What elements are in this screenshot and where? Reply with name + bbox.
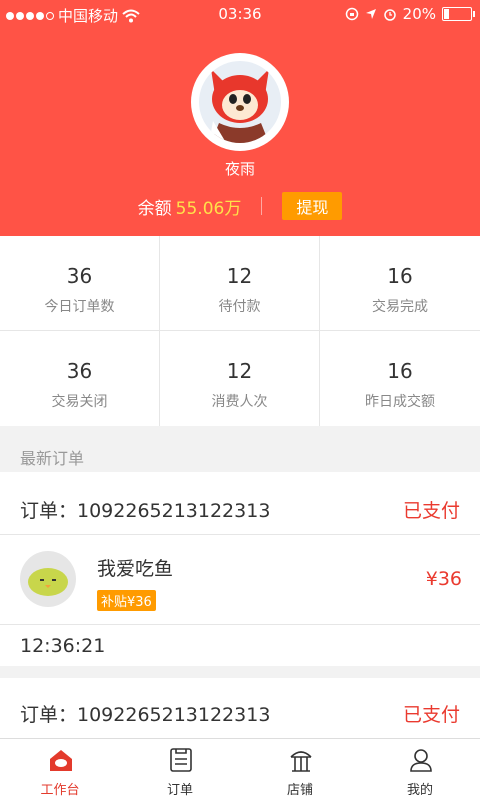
- stat-label: 消费人次: [211, 394, 268, 410]
- stat-closed[interactable]: 36 交易关闭: [0, 331, 160, 426]
- balance-label: 余额: [137, 198, 172, 219]
- order-number: 订单：1092265213122313: [20, 500, 271, 522]
- tab-workbench[interactable]: 工作台: [0, 739, 120, 801]
- divider: [261, 197, 263, 215]
- stat-value: 12: [226, 359, 253, 383]
- stat-label: 待付款: [218, 299, 261, 315]
- status-bar: 中国移动 03:36 20%: [0, 0, 480, 30]
- stat-value: 16: [387, 264, 413, 288]
- stat-completed[interactable]: 16 交易完成: [320, 236, 480, 331]
- stat-yesterday-sales[interactable]: 16 昨日成交额: [320, 331, 480, 426]
- workbench-icon: [50, 750, 72, 771]
- chick-icon: [28, 568, 68, 596]
- profile-header: 中国移动 03:36 20% 夜雨 余额 55.06万 提现: [0, 0, 480, 236]
- battery-percent: 20%: [402, 5, 436, 23]
- stats-grid: 36 今日订单数 12 待付款 16 交易完成 36 交易关闭 12 消费人次 …: [0, 236, 480, 426]
- order-number: 订单：1092265213122313: [20, 704, 271, 726]
- item-name: 我爱吃鱼: [97, 558, 174, 580]
- stat-label: 昨日成交额: [365, 394, 435, 410]
- username: 夜雨: [224, 160, 255, 178]
- stat-label: 交易关闭: [51, 394, 108, 410]
- subsidy-badge: 补贴¥36: [97, 590, 156, 611]
- order-card[interactable]: 订单：1092265213122313 已支付: [0, 678, 480, 738]
- order-card[interactable]: 订单：1092265213122313 已支付 我爱吃鱼 补贴¥36 ¥36 1…: [0, 472, 480, 666]
- stat-value: 36: [66, 264, 93, 288]
- divider: [0, 534, 480, 535]
- order-status: 已支付: [402, 500, 460, 522]
- stat-value: 16: [387, 359, 413, 383]
- stat-today-orders[interactable]: 36 今日订单数: [0, 236, 160, 331]
- tab-mine[interactable]: 我的: [360, 739, 480, 801]
- stat-pending-payment[interactable]: 12 待付款: [160, 236, 320, 331]
- tab-bar: 工作台 订单 店铺 我的: [0, 738, 480, 801]
- tab-shop[interactable]: 店铺: [240, 739, 360, 801]
- avatar[interactable]: [191, 53, 289, 151]
- order-icon: [170, 748, 192, 772]
- stat-value: 36: [66, 359, 93, 383]
- shop-icon: [290, 751, 312, 772]
- stat-label: 交易完成: [372, 299, 428, 315]
- tab-label: 订单: [166, 783, 193, 798]
- order-time: 12:36:21: [20, 635, 106, 657]
- section-title-latest-orders: 最新订单: [20, 449, 85, 468]
- item-avatar: [20, 551, 76, 607]
- withdraw-button[interactable]: 提现: [282, 192, 343, 220]
- stat-label: 今日订单数: [44, 299, 115, 315]
- tab-orders[interactable]: 订单: [120, 739, 240, 801]
- divider: [0, 624, 480, 625]
- alarm-icon: [383, 9, 396, 21]
- tab-label: 工作台: [40, 783, 80, 798]
- order-header: 订单：1092265213122313 已支付: [20, 496, 460, 523]
- item-price: ¥36: [425, 568, 462, 590]
- tab-label: 我的: [406, 783, 433, 798]
- stat-value: 12: [226, 264, 253, 288]
- balance-row: 余额 55.06万 提现: [0, 192, 480, 220]
- order-status: 已支付: [402, 704, 460, 726]
- fox-cartoon-icon: [209, 69, 269, 143]
- balance-value: 55.06万: [175, 198, 242, 219]
- location-icon: [365, 9, 376, 19]
- battery-icon: [442, 7, 475, 21]
- tab-label: 店铺: [286, 783, 313, 798]
- rotation-lock-icon: [345, 7, 358, 21]
- order-header: 订单：1092265213122313 已支付: [20, 700, 460, 727]
- user-icon: [410, 749, 432, 772]
- stat-customers[interactable]: 12 消费人次: [160, 331, 320, 426]
